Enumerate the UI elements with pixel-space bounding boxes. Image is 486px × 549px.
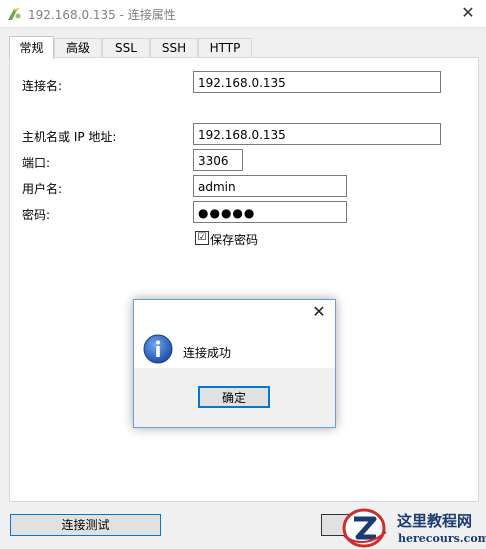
save-password-label: 保存密码 [210, 233, 259, 247]
tab-advanced[interactable]: 高级 [54, 38, 102, 58]
user-label: 用户名: [22, 182, 63, 196]
watermark-url: herecours.com [398, 532, 486, 545]
port-label: 端口: [22, 156, 51, 170]
watermark: 这里教程网 herecours.com [340, 506, 486, 549]
app-icon [8, 8, 21, 20]
user-input[interactable]: admin [193, 175, 347, 197]
save-password-checkbox[interactable]: ☑ [195, 231, 209, 245]
password-input[interactable]: ●●●●● [193, 201, 347, 223]
dialog-ok-button[interactable]: 确定 [198, 386, 270, 408]
title-bar: 192.168.0.135 - 连接属性 ✕ [0, 0, 486, 28]
tab-ssl[interactable]: SSL [102, 38, 150, 58]
tab-http[interactable]: HTTP [198, 38, 252, 58]
window-title: 192.168.0.135 - 连接属性 [28, 8, 176, 22]
tab-general[interactable]: 常规 [9, 36, 54, 59]
dialog-close-button[interactable]: ✕ [309, 302, 329, 322]
password-label: 密码: [22, 208, 51, 222]
connection-name-label: 连接名: [22, 79, 63, 93]
watermark-logo-icon [342, 508, 387, 548]
host-input[interactable]: 192.168.0.135 [193, 123, 441, 145]
watermark-title: 这里教程网 [397, 512, 473, 530]
general-panel: 连接名: 192.168.0.135 主机名或 IP 地址: 192.168.0… [9, 57, 479, 502]
connection-name-input[interactable]: 192.168.0.135 [193, 71, 441, 93]
dialog-title-bar: ✕ [134, 300, 335, 326]
tab-ssh[interactable]: SSH [150, 38, 198, 58]
dialog-message: 连接成功 [183, 346, 232, 360]
window-close-button[interactable]: ✕ [458, 3, 478, 23]
port-input[interactable]: 3306 [193, 149, 243, 171]
host-label: 主机名或 IP 地址: [22, 130, 117, 144]
test-connection-button[interactable]: 连接测试 [10, 514, 161, 536]
info-icon [143, 334, 173, 364]
success-dialog: ✕ 连接成功 确定 [133, 299, 336, 428]
